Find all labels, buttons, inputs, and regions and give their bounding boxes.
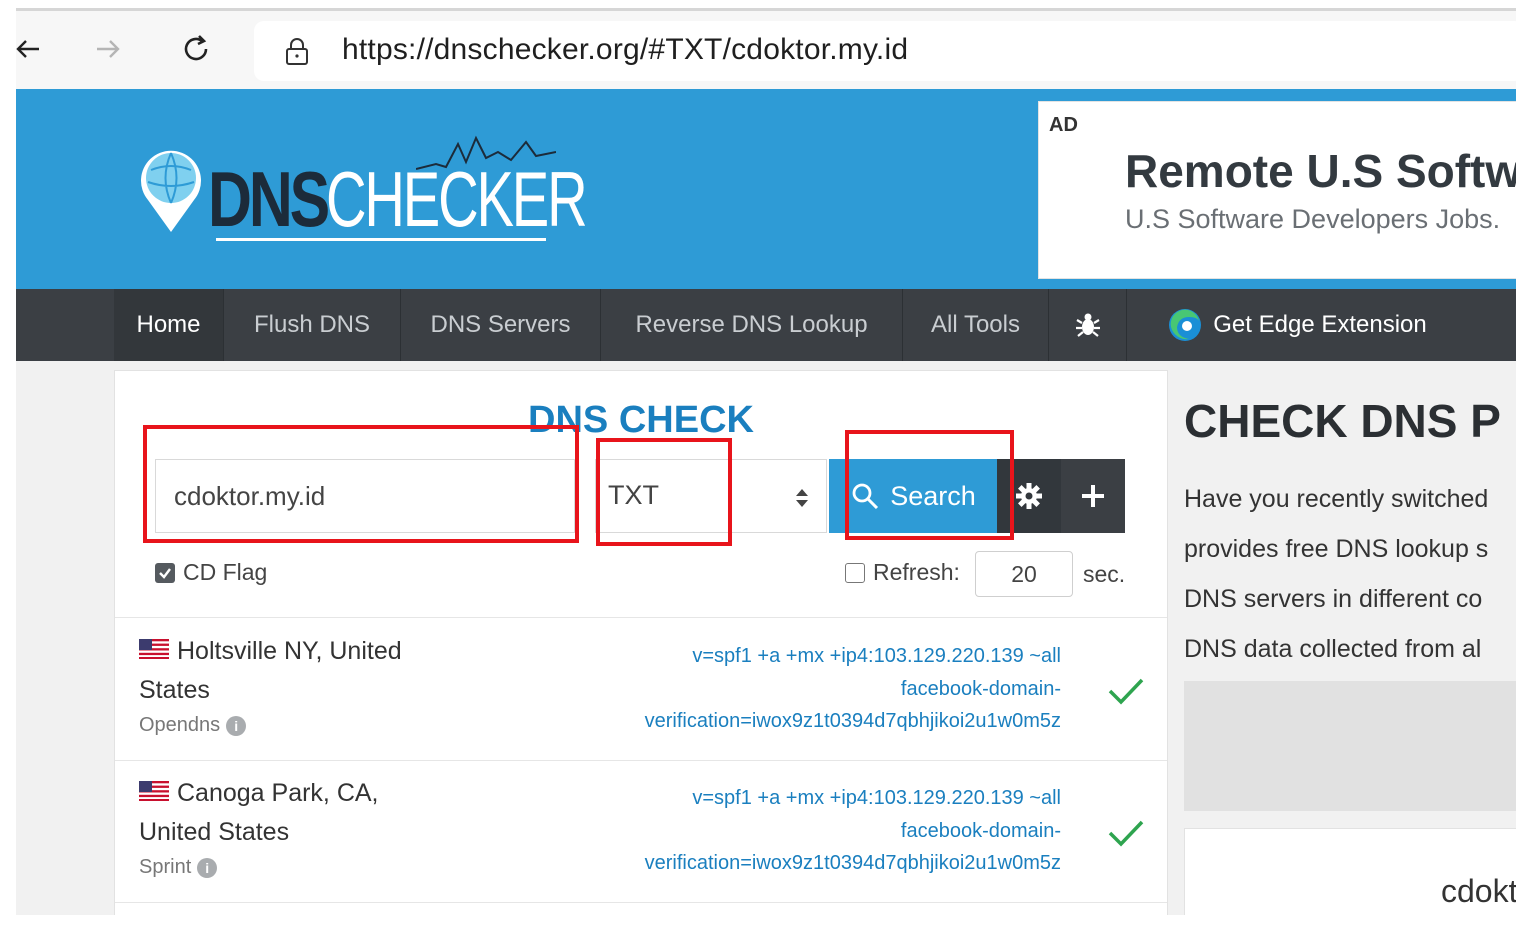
side-description: Have you recently switched provides free… [1184, 474, 1488, 674]
record-line: verification=iwox9z1t0394d7qbhjikoi2u1w0… [644, 852, 1061, 874]
record-line: v=spf1 +a +mx +ip4:103.129.220.139 ~all [692, 787, 1061, 809]
check-icon [1108, 820, 1144, 847]
highlight-domain-input [143, 425, 579, 543]
checkbox-unchecked-icon[interactable] [845, 562, 865, 583]
side-line: DNS servers in different co [1184, 585, 1483, 613]
result-row: Canoga Park, CA, United States Sprint i … [115, 760, 1167, 903]
record-line: v=spf1 +a +mx +ip4:103.129.220.139 ~all [692, 645, 1061, 667]
back-arrow-icon[interactable] [16, 29, 48, 69]
reload-icon[interactable] [176, 29, 216, 69]
provider-name: Opendns [139, 714, 221, 736]
side-line: Have you recently switched [1184, 485, 1489, 513]
info-icon[interactable]: i [197, 857, 218, 878]
nav-flush-dns[interactable]: Flush DNS [224, 289, 401, 361]
nav-reverse-dns-lookup[interactable]: Reverse DNS Lookup [601, 289, 903, 361]
globe-pin-icon [141, 150, 201, 232]
edge-browser-icon [1169, 309, 1202, 341]
info-icon[interactable]: i [226, 715, 247, 736]
ad-title[interactable]: Remote U.S Softw [1125, 144, 1516, 198]
result-location-text: Canoga Park, CA, United States [139, 779, 379, 846]
highlight-record-type [596, 438, 732, 546]
refresh-seconds-input[interactable] [975, 551, 1073, 597]
browser-toolbar: https://dnschecker.org/#TXT/cdoktor.my.i… [16, 11, 1516, 89]
main-nav: Home Flush DNS DNS Servers Reverse DNS L… [16, 289, 1516, 361]
side-card: cdokt [1184, 828, 1516, 915]
side-title: CHECK DNS P [1184, 395, 1501, 447]
check-icon [1108, 678, 1144, 705]
side-line: provides free DNS lookup s [1184, 535, 1489, 563]
ad-label: AD [1049, 114, 1078, 136]
ad-banner[interactable]: AD Remote U.S Softw U.S Software Develop… [1038, 101, 1516, 279]
result-records: v=spf1 +a +mx +ip4:103.129.220.139 ~all … [541, 640, 1061, 738]
result-provider: Opendns i [139, 714, 247, 737]
add-button[interactable] [1061, 459, 1125, 533]
refresh-label: Refresh: [873, 559, 960, 585]
site-header: DNS CHECKER AD Remote U.S Softw U.S Soft… [16, 89, 1516, 289]
address-bar[interactable]: https://dnschecker.org/#TXT/cdoktor.my.i… [254, 21, 1516, 81]
side-line: DNS data collected from al [1184, 635, 1482, 663]
edge-extension-label: Get Edge Extension [1213, 311, 1427, 338]
refresh-unit-label: sec. [1083, 561, 1126, 587]
logo-checker-text: CHECKER [326, 155, 588, 243]
result-location: Canoga Park, CA, United States [139, 774, 439, 852]
nav-edge-extension[interactable]: Get Edge Extension [1127, 289, 1467, 361]
site-logo[interactable]: DNS CHECKER [136, 134, 588, 244]
select-arrows-icon [796, 489, 808, 507]
cd-flag-label: CD Flag [183, 559, 268, 585]
cd-flag-checkbox[interactable]: CD Flag [155, 559, 267, 586]
result-provider: Sprint i [139, 856, 218, 879]
logo-underline [216, 238, 546, 241]
lock-icon [284, 37, 310, 72]
ad-subtitle[interactable]: U.S Software Developers Jobs. [1125, 204, 1500, 235]
forward-arrow-icon[interactable] [88, 29, 128, 69]
plus-icon [1082, 485, 1104, 507]
nav-home[interactable]: Home [114, 289, 224, 361]
provider-name: Sprint [139, 856, 192, 878]
side-card-text: cdokt [1441, 873, 1516, 909]
bug-report-icon[interactable] [1049, 289, 1127, 361]
record-line: facebook-domain- [900, 677, 1061, 700]
highlight-search-button [845, 430, 1014, 540]
record-line: facebook-domain- [900, 819, 1061, 842]
nav-all-tools[interactable]: All Tools [903, 289, 1049, 361]
result-row: Holtsville NY, United States Opendns i v… [115, 618, 1167, 761]
result-location: Holtsville NY, United States [139, 632, 439, 710]
us-flag-icon [139, 781, 169, 802]
us-flag-icon [139, 639, 169, 660]
record-line: verification=iwox9z1t0394d7qbhjikoi2u1w0… [644, 710, 1061, 732]
side-ad-placeholder [1184, 681, 1516, 811]
checkbox-checked-icon[interactable] [155, 562, 175, 583]
nav-dns-servers[interactable]: DNS Servers [401, 289, 601, 361]
url-text[interactable]: https://dnschecker.org/#TXT/cdoktor.my.i… [342, 33, 908, 67]
gear-icon [1016, 483, 1042, 509]
result-records: v=spf1 +a +mx +ip4:103.129.220.139 ~all … [541, 782, 1061, 880]
result-location-text: Holtsville NY, United States [139, 637, 402, 704]
logo-dns-text: DNS [208, 155, 330, 243]
refresh-checkbox[interactable]: Refresh: [845, 559, 960, 586]
